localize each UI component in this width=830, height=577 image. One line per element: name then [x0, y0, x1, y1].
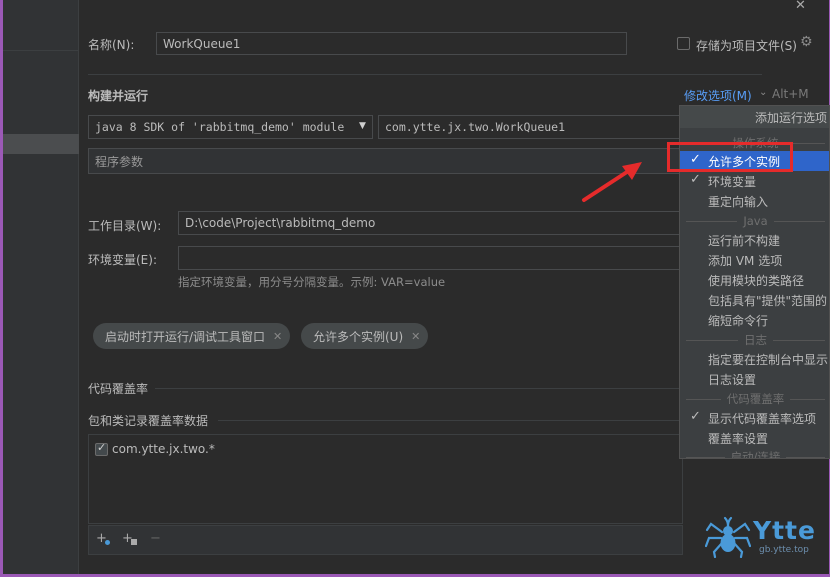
- coverage-toolbar: [88, 525, 683, 555]
- close-icon[interactable]: ✕: [411, 330, 420, 343]
- annotation-arrow-icon: [582, 162, 642, 202]
- divider: [218, 420, 683, 421]
- menu-item-show-coverage[interactable]: ✓ 显示代码覆盖率选项: [680, 408, 829, 428]
- menu-item-coverage-settings[interactable]: 覆盖率设置: [680, 428, 829, 448]
- name-field[interactable]: WorkQueue1: [156, 32, 627, 55]
- sdk-select[interactable]: java 8 SDK of 'rabbitmq_demo' module: [88, 115, 373, 139]
- menu-item-log-settings[interactable]: 日志设置: [680, 369, 829, 389]
- env-hint: 指定环境变量，用分号分隔变量。示例: VAR=value: [178, 275, 446, 289]
- coverage-item-checkbox[interactable]: [95, 441, 108, 456]
- group-java: Java: [680, 212, 829, 230]
- chevron-down-icon[interactable]: ⌄: [759, 87, 767, 98]
- divider: [155, 388, 683, 389]
- modify-options-link[interactable]: 修改选项(M): [684, 87, 752, 104]
- remove-icon[interactable]: −: [150, 531, 161, 546]
- program-args-placeholder: 程序参数: [95, 154, 144, 169]
- name-value: WorkQueue1: [163, 36, 241, 51]
- workdir-label: 工作目录(W):: [88, 219, 162, 233]
- divider: [88, 74, 762, 75]
- gear-icon[interactable]: ⚙: [800, 34, 813, 50]
- close-icon[interactable]: ✕: [273, 330, 282, 343]
- modify-options-shortcut: Alt+M: [772, 87, 809, 101]
- menu-item-console-log[interactable]: 指定要在控制台中显示的: [680, 349, 829, 369]
- check-icon: ✓: [690, 409, 701, 424]
- main-class-field[interactable]: com.ytte.jx.two.WorkQueue1: [378, 115, 683, 139]
- env-label: 环境变量(E):: [88, 253, 157, 267]
- workdir-field[interactable]: D:\code\Project\rabbitmq_demo: [178, 211, 683, 235]
- chip-allow-multiple[interactable]: 允许多个实例(U) ✕: [301, 323, 429, 349]
- coverage-item-label: com.ytte.jx.two.*: [112, 442, 215, 456]
- popup-header: 添加运行选项: [680, 106, 829, 128]
- annotation-highlight-box: [667, 142, 793, 172]
- menu-item-shorten-cmd[interactable]: 缩短命令行: [680, 310, 829, 330]
- sdk-value: java 8 SDK of 'rabbitmq_demo' module: [95, 120, 345, 134]
- group-log: 日志: [680, 331, 829, 349]
- config-tree-panel: [3, 0, 79, 574]
- menu-item-no-build[interactable]: 运行前不构建: [680, 230, 829, 250]
- menu-item-env[interactable]: ✓ 环境变量: [680, 171, 829, 191]
- workdir-value: D:\code\Project\rabbitmq_demo: [185, 216, 376, 230]
- store-as-project-file-label: 存储为项目文件(S): [696, 39, 797, 53]
- group-coverage: 代码覆盖率: [680, 390, 829, 408]
- package-dot-icon: [105, 540, 110, 545]
- dropdown-arrow-icon[interactable]: ▼: [359, 121, 366, 131]
- main-class-value: com.ytte.jx.two.WorkQueue1: [385, 120, 566, 134]
- build-run-heading: 构建并运行: [88, 89, 149, 103]
- menu-item-provided-scope[interactable]: 包括具有"提供"范围的: [680, 290, 829, 310]
- env-field[interactable]: [178, 246, 683, 270]
- coverage-pkg-label: 包和类记录覆盖率数据: [88, 414, 209, 428]
- chip-label: 允许多个实例(U): [313, 329, 404, 344]
- name-label: 名称(N):: [88, 38, 135, 52]
- group-startup: 启动/连接: [680, 448, 829, 458]
- chip-open-run-window[interactable]: 启动时打开运行/调试工具窗口 ✕: [93, 323, 291, 349]
- store-as-project-file-checkbox[interactable]: [677, 37, 690, 50]
- menu-item-vm-options[interactable]: 添加 VM 选项: [680, 250, 829, 270]
- menu-item-redirect[interactable]: 重定向输入: [680, 191, 829, 211]
- menu-item-module-classpath[interactable]: 使用模块的类路径: [680, 270, 829, 290]
- tree-divider: [3, 50, 79, 51]
- watermark-subtext: gb.ytte.top: [759, 545, 809, 555]
- chip-label: 启动时打开运行/调试工具窗口: [105, 329, 266, 344]
- watermark-brand: Ytte: [753, 516, 816, 545]
- close-icon[interactable]: ✕: [795, 0, 806, 13]
- check-icon: ✓: [690, 172, 701, 187]
- class-square-icon: [131, 539, 137, 545]
- spider-logo-icon: [705, 516, 751, 558]
- tree-selected-row[interactable]: [3, 134, 79, 154]
- coverage-heading: 代码覆盖率: [88, 382, 149, 396]
